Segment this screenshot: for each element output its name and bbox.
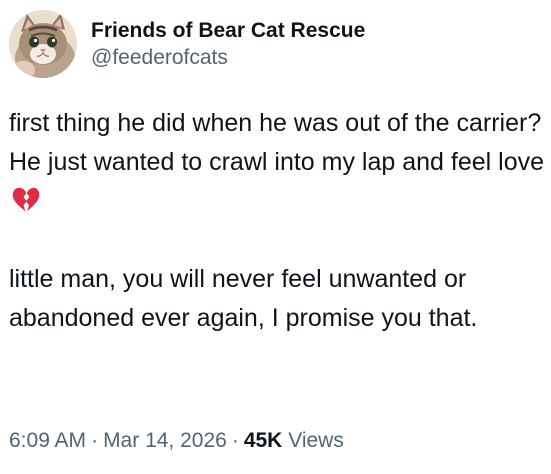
meta-separator: · xyxy=(231,429,239,452)
avatar[interactable] xyxy=(9,10,77,78)
broken-heart-emoji-icon xyxy=(11,185,41,215)
author-handle[interactable]: @feederofcats xyxy=(91,44,365,71)
tweet-text: first thing he did when he was out of th… xyxy=(9,104,545,338)
views-label: Views xyxy=(288,429,344,452)
tweet-timestamp[interactable]: 6:09 AM · Mar 14, 2026 xyxy=(9,429,227,452)
tweet-paragraph: first thing he did when he was out of th… xyxy=(9,104,545,221)
meta-separator: · xyxy=(91,429,99,452)
views-count: 45K xyxy=(243,429,283,452)
tweet-meta: 6:09 AM · Mar 14, 2026 · 45K Views xyxy=(9,426,344,456)
tweet-time: 6:09 AM xyxy=(9,429,87,452)
author-names: Friends of Bear Cat Rescue @feederofcats xyxy=(91,17,365,71)
tweet-paragraph-text: little man, you will never feel unwanted… xyxy=(9,265,478,332)
tweet-card: Friends of Bear Cat Rescue @feederofcats… xyxy=(0,0,551,474)
kitten-avatar-icon xyxy=(9,10,77,78)
author-display-name[interactable]: Friends of Bear Cat Rescue xyxy=(91,17,365,44)
tweet-header: Friends of Bear Cat Rescue @feederofcats xyxy=(9,10,365,78)
tweet-date: Mar 14, 2026 xyxy=(103,429,227,452)
tweet-paragraph-text: first thing he did when he was out of th… xyxy=(9,109,544,176)
tweet-paragraph: little man, you will never feel unwanted… xyxy=(9,260,545,338)
